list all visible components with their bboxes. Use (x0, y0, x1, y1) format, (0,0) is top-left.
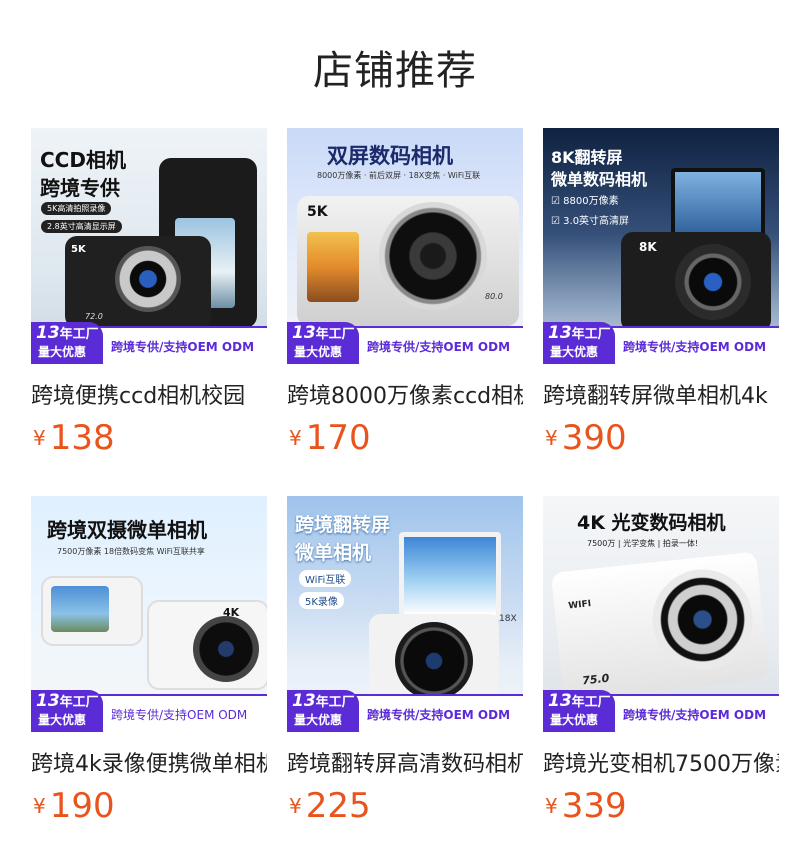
price-value: 138 (49, 418, 115, 458)
flip-screen-illustration (671, 168, 765, 240)
banner-text: 跨境专供/支持OEM ODM (111, 340, 255, 354)
factory-badge: 13年工厂 量大优惠 (31, 690, 103, 732)
price-value: 390 (561, 418, 627, 458)
zoom-label: 18X (499, 614, 517, 624)
flip-screen-illustration (399, 532, 501, 620)
factory-badge: 13年工厂 量大优惠 (543, 690, 615, 732)
image-tag: 2.8英寸高清显示屏 (41, 220, 122, 233)
price-value: 225 (305, 786, 371, 826)
product-image[interactable]: 4K 光变数码相机 7500万 | 光学变焦 | 拍录一体! WIFI 75.0… (543, 496, 779, 732)
price-value: 339 (561, 786, 627, 826)
product-price: ¥390 (545, 418, 627, 458)
image-headline: 8K翻转屏 (551, 148, 623, 167)
image-headline: 4K 光变数码相机 (577, 512, 726, 534)
product-image[interactable]: 跨境翻转屏 微单相机 WiFi互联 5K录像 18X 13年工厂 量大优惠 跨境… (287, 496, 523, 732)
image-headline-2: 跨境专供 (40, 176, 120, 200)
factory-badge: 13年工厂 量大优惠 (287, 690, 359, 732)
product-name[interactable]: 跨境光变相机7500万像素 (543, 746, 779, 778)
product-name[interactable]: 跨境便携ccd相机校园 (31, 378, 267, 410)
camera-back-illustration (41, 576, 143, 646)
product-card[interactable]: 双屏数码相机 8000万像素 · 前后双屏 · 18X变焦 · WiFi互联 5… (287, 128, 523, 458)
currency-symbol: ¥ (289, 794, 302, 818)
image-tag: 5K高清拍照录像 (41, 202, 112, 215)
product-card[interactable]: 跨境双摄微单相机 7500万像素 18倍数码变焦 WiFi互联共享 4K 13年… (31, 496, 267, 826)
image-subtitle: 7500万 | 光学变焦 | 拍录一体! (587, 539, 699, 548)
promo-banner: 13年工厂 量大优惠 跨境专供/支持OEM ODM (287, 322, 523, 364)
image-headline: 双屏数码相机 (327, 144, 453, 168)
currency-symbol: ¥ (545, 794, 558, 818)
product-name[interactable]: 跨境8000万像素ccd相机 (287, 378, 523, 410)
product-card[interactable]: 8K翻转屏 微单数码相机 ☑ 8800万像素 ☑ 3.0英寸高清屏 8K 13年… (543, 128, 779, 458)
banner-text: 跨境专供/支持OEM ODM (367, 340, 511, 354)
banner-text: 跨境专供/支持OEM ODM (111, 708, 248, 722)
factory-badge: 13年工厂 量大优惠 (543, 322, 615, 364)
image-headline: 跨境翻转屏 (295, 514, 391, 536)
currency-symbol: ¥ (33, 426, 46, 450)
product-image[interactable]: CCD相机 跨境专供 5K高清拍照录像 2.8英寸高清显示屏 5K 72.0 1… (31, 128, 267, 364)
image-headline: 跨境双摄微单相机 (47, 518, 207, 542)
banner-text: 跨境专供/支持OEM ODM (623, 340, 767, 354)
image-headline-2: 微单相机 (295, 542, 372, 564)
camera-front-illustration: 5K 72.0 (65, 236, 211, 328)
image-subtitle: 7500万像素 18倍数码变焦 WiFi互联共享 (57, 547, 205, 556)
product-card[interactable]: CCD相机 跨境专供 5K高清拍照录像 2.8英寸高清显示屏 5K 72.0 1… (31, 128, 267, 458)
camera-front-illustration: 4K (147, 600, 267, 690)
banner-text: 跨境专供/支持OEM ODM (367, 708, 511, 722)
currency-symbol: ¥ (33, 794, 46, 818)
image-subtitle: 8000万像素 · 前后双屏 · 18X变焦 · WiFi互联 (317, 171, 481, 180)
camera-illustration: 5K 80.0 (297, 196, 519, 326)
product-price: ¥138 (33, 418, 115, 458)
image-tag: WiFi互联 (299, 570, 352, 587)
price-value: 170 (305, 418, 371, 458)
image-tag: 5K录像 (299, 592, 344, 609)
product-price: ¥339 (545, 786, 627, 826)
promo-banner: 13年工厂 量大优惠 跨境专供/支持OEM ODM (31, 690, 267, 732)
product-price: ¥190 (33, 786, 115, 826)
price-value: 190 (49, 786, 115, 826)
product-name[interactable]: 跨境翻转屏微单相机4k (543, 378, 779, 410)
product-image[interactable]: 双屏数码相机 8000万像素 · 前后双屏 · 18X变焦 · WiFi互联 5… (287, 128, 523, 364)
image-feature: ☑ 8800万像素 (551, 196, 619, 207)
product-price: ¥225 (289, 786, 371, 826)
product-image[interactable]: 跨境双摄微单相机 7500万像素 18倍数码变焦 WiFi互联共享 4K 13年… (31, 496, 267, 732)
image-feature: ☑ 3.0英寸高清屏 (551, 216, 630, 227)
factory-badge: 13年工厂 量大优惠 (287, 322, 359, 364)
product-name[interactable]: 跨境4k录像便携微单相机 (31, 746, 267, 778)
camera-illustration: 8K (621, 232, 771, 332)
product-card[interactable]: 跨境翻转屏 微单相机 WiFi互联 5K录像 18X 13年工厂 量大优惠 跨境… (287, 496, 523, 826)
camera-illustration: WIFI 75.0 (550, 551, 770, 701)
page-title: 店铺推荐 (313, 48, 477, 94)
banner-text: 跨境专供/支持OEM ODM (623, 708, 767, 722)
product-name[interactable]: 跨境翻转屏高清数码相机 (287, 746, 523, 778)
image-headline: CCD相机 (40, 148, 126, 172)
camera-illustration (369, 614, 499, 700)
promo-banner: 13年工厂 量大优惠 跨境专供/支持OEM ODM (31, 322, 267, 364)
product-price: ¥170 (289, 418, 371, 458)
promo-banner: 13年工厂 量大优惠 跨境专供/支持OEM ODM (543, 690, 779, 732)
promo-banner: 13年工厂 量大优惠 跨境专供/支持OEM ODM (543, 322, 779, 364)
product-card[interactable]: 4K 光变数码相机 7500万 | 光学变焦 | 拍录一体! WIFI 75.0… (543, 496, 779, 826)
currency-symbol: ¥ (545, 426, 558, 450)
factory-badge: 13年工厂 量大优惠 (31, 322, 103, 364)
promo-banner: 13年工厂 量大优惠 跨境专供/支持OEM ODM (287, 690, 523, 732)
image-headline-2: 微单数码相机 (551, 170, 648, 189)
currency-symbol: ¥ (289, 426, 302, 450)
product-image[interactable]: 8K翻转屏 微单数码相机 ☑ 8800万像素 ☑ 3.0英寸高清屏 8K 13年… (543, 128, 779, 364)
